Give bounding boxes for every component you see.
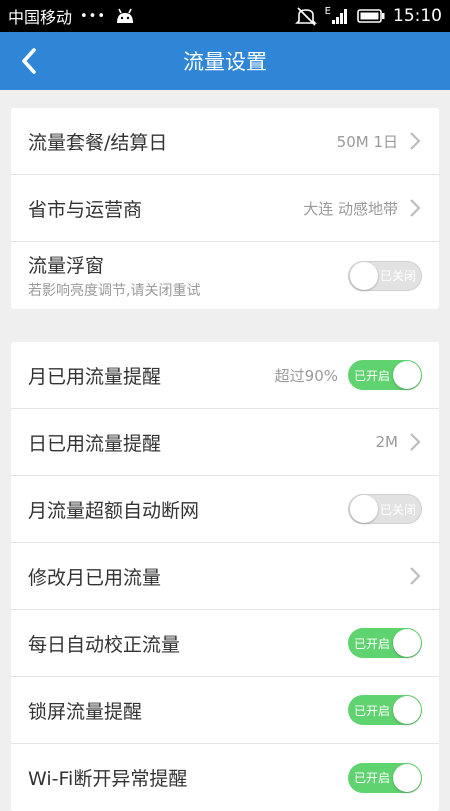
- toggle-state-label: 已开启: [354, 703, 391, 718]
- chevron-right-icon: [410, 567, 421, 585]
- settings-group-alerts: 月已用流量提醒 超过90% 已开启 日已用流量提醒 2M 月流量超额自动断网 已…: [11, 342, 439, 811]
- row-label: 流量浮窗: [28, 255, 105, 277]
- row-label: 省市与运营商: [28, 198, 143, 221]
- auto-disconnect-row: 月流量超额自动断网 已关闭: [11, 476, 439, 543]
- daily-auto-calibrate-row: 每日自动校正流量 已开启: [11, 610, 439, 677]
- row-label: 日已用流量提醒: [28, 432, 162, 455]
- row-value[interactable]: 超过90%: [275, 365, 338, 386]
- row-label: 每日自动校正流量: [28, 633, 181, 656]
- back-button[interactable]: [12, 44, 46, 78]
- android-icon: [117, 8, 134, 23]
- plan-settle-day-row[interactable]: 流量套餐/结算日 50M 1日: [11, 108, 439, 175]
- auto-disconnect-toggle[interactable]: 已关闭: [348, 494, 422, 524]
- row-value: 2M: [375, 433, 399, 451]
- carrier-name: 中国移动: [8, 8, 73, 27]
- status-bar: 中国移动 ••• E 15:10: [0, 0, 450, 32]
- toggle-knob: [393, 361, 421, 389]
- toggle-state-label: 已关闭: [379, 502, 416, 517]
- mute-icon: [294, 7, 317, 26]
- toggle-state-label: 已开启: [354, 368, 391, 383]
- lockscreen-alert-toggle[interactable]: 已开启: [348, 695, 422, 725]
- lockscreen-alert-row: 锁屏流量提醒 已开启: [11, 677, 439, 744]
- battery-icon: [357, 9, 385, 23]
- row-label: 流量套餐/结算日: [28, 131, 168, 154]
- wifi-disconnect-alert-toggle[interactable]: 已开启: [348, 762, 422, 793]
- toggle-knob: [393, 629, 421, 657]
- row-label: 月流量超额自动断网: [28, 499, 200, 522]
- row-hint: 若影响亮度调节,请关闭重试: [28, 283, 201, 299]
- settings-group-plan: 流量套餐/结算日 50M 1日 省市与运营商 大连 动感地带 流量浮窗 若影响亮…: [11, 108, 439, 309]
- row-label: Wi-Fi断开异常提醒: [28, 768, 188, 790]
- app-bar: 流量设置: [0, 32, 450, 90]
- floating-window-toggle[interactable]: 已关闭: [348, 260, 422, 291]
- row-value: 50M 1日: [336, 132, 398, 151]
- region-carrier-row[interactable]: 省市与运营商 大连 动感地带: [11, 175, 439, 242]
- toggle-knob: [350, 495, 378, 523]
- edit-monthly-usage-row[interactable]: 修改月已用流量: [11, 543, 439, 610]
- toggle-state-label: 已关闭: [379, 269, 416, 283]
- back-arrow-icon: [22, 48, 36, 74]
- toggle-knob: [393, 763, 421, 792]
- notification-dots: •••: [80, 8, 107, 24]
- row-value: 大连 动感地带: [303, 199, 398, 218]
- floating-window-row: 流量浮窗 若影响亮度调节,请关闭重试 已关闭: [11, 242, 439, 309]
- daily-auto-calibrate-toggle[interactable]: 已开启: [348, 628, 422, 658]
- chevron-right-icon: [410, 199, 421, 217]
- toggle-state-label: 已开启: [354, 771, 391, 785]
- daily-usage-alert-row[interactable]: 日已用流量提醒 2M: [11, 409, 439, 476]
- chevron-right-icon: [410, 132, 421, 150]
- signal-icon: [332, 9, 347, 24]
- toggle-knob: [350, 261, 378, 290]
- row-label: 锁屏流量提醒: [28, 700, 143, 723]
- page-title: 流量设置: [183, 50, 267, 74]
- row-label: 修改月已用流量: [28, 566, 162, 589]
- monthly-usage-alert-row: 月已用流量提醒 超过90% 已开启: [11, 342, 439, 409]
- monthly-usage-alert-toggle[interactable]: 已开启: [348, 360, 422, 390]
- chevron-right-icon: [410, 433, 421, 451]
- clock: 15:10: [393, 6, 442, 26]
- toggle-state-label: 已开启: [354, 636, 391, 651]
- toggle-knob: [393, 696, 421, 724]
- row-label: 月已用流量提醒: [28, 365, 162, 388]
- wifi-disconnect-alert-row: Wi-Fi断开异常提醒 已开启: [11, 744, 439, 811]
